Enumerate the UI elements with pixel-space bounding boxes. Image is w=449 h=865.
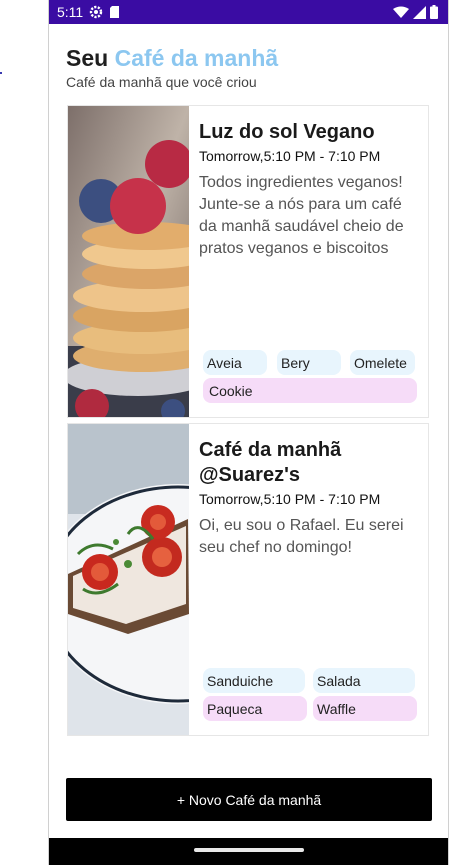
tag-list: Sanduiche Salada Paqueca Waffle <box>203 668 421 728</box>
page-header: Seu Café da manhã Café da manhã que você… <box>66 44 436 90</box>
pancakes-image <box>68 106 189 417</box>
navigation-bar <box>49 838 448 865</box>
tag-list: Aveia Bery Omelete Cookie <box>203 350 421 410</box>
tag-chip[interactable]: Sanduiche <box>203 668 305 693</box>
tag-chip[interactable]: Cookie <box>203 378 417 403</box>
page-title: Seu Café da manhã <box>66 44 436 72</box>
wifi-icon <box>393 6 409 19</box>
title-accent: Café da manhã <box>114 45 279 71</box>
status-time: 5:11 <box>57 4 84 20</box>
card-time: Tomorrow,5:10 PM - 7:10 PM <box>199 148 381 164</box>
home-gesture-handle[interactable] <box>194 848 304 852</box>
toast-image <box>68 424 189 735</box>
status-bar: 5:11 <box>49 0 448 24</box>
tag-chip[interactable]: Salada <box>313 668 415 693</box>
breakfast-card[interactable]: Luz do sol Vegano Tomorrow,5:10 PM - 7:1… <box>67 105 429 418</box>
page-subtitle: Café da manhã que você criou <box>66 74 257 90</box>
phone-screen: 5:11 Seu Café da manhã Café da manhã que… <box>48 0 449 865</box>
tag-chip[interactable]: Aveia <box>203 350 267 375</box>
card-description: Todos ingredientes veganos! Junte-se a n… <box>199 174 404 257</box>
sd-card-icon <box>109 5 120 19</box>
signal-icon <box>413 5 426 19</box>
tag-chip[interactable]: Omelete <box>350 350 415 375</box>
settings-gear-icon <box>89 5 103 19</box>
card-description: Oi, eu sou o Rafael. Eu serei seu chef n… <box>199 517 404 556</box>
card-title: Luz do sol Vegano <box>199 121 375 143</box>
stray-dot <box>0 72 2 74</box>
battery-icon <box>430 5 438 19</box>
title-prefix: Seu <box>66 45 115 71</box>
tag-chip[interactable]: Waffle <box>313 696 417 721</box>
card-time: Tomorrow,5:10 PM - 7:10 PM <box>199 491 381 507</box>
card-title: Café da manhã @Suarez's <box>199 439 342 486</box>
breakfast-card[interactable]: Café da manhã @Suarez's Tomorrow,5:10 PM… <box>67 423 429 736</box>
new-breakfast-button[interactable]: + Novo Café da manhã <box>66 778 432 821</box>
tag-chip[interactable]: Paqueca <box>203 696 307 721</box>
tag-chip[interactable]: Bery <box>277 350 341 375</box>
